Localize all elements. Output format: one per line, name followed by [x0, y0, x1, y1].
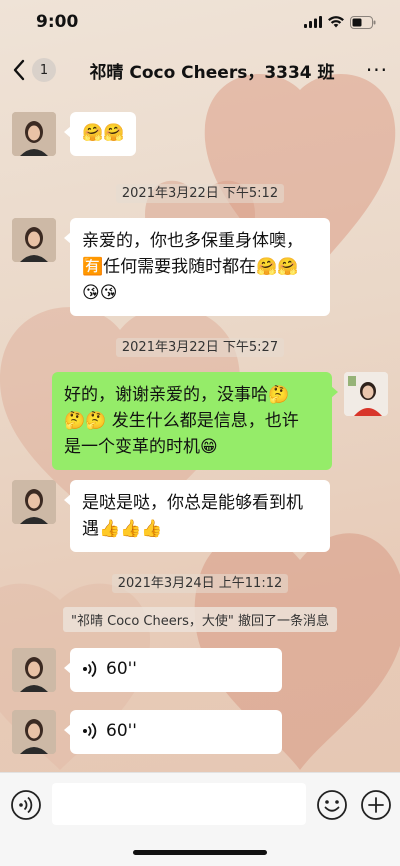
status-icons: [304, 15, 376, 29]
voice-message[interactable]: 60'': [64, 710, 282, 754]
plus-icon[interactable]: [360, 789, 392, 821]
voice-wave-icon: [83, 660, 97, 678]
battery-icon: [350, 15, 376, 29]
unread-badge: 1: [32, 58, 56, 82]
avatar-self[interactable]: [344, 372, 388, 416]
message-bubble[interactable]: 好的，谢谢亲爱的，没事哈🤔 🤔🤔 发生什么都是信息，也许 是一个变革的时机😁: [52, 372, 338, 470]
avatar-contact[interactable]: [12, 112, 56, 156]
voice-duration: 60'': [106, 721, 137, 741]
chevron-left-icon: [13, 59, 25, 81]
message-bubble[interactable]: 是哒是哒，你总是能够看到机 遇👍👍👍: [64, 480, 330, 552]
message-text: 是哒是哒，你总是能够看到机: [82, 493, 303, 513]
message-text: 🈶任何需要我随时都在🤗🤗: [82, 257, 299, 277]
message-text: 亲爱的，你也多保重身体噢，: [82, 231, 303, 251]
voice-wave-icon: [83, 722, 97, 740]
voice-message[interactable]: 60'': [64, 648, 282, 692]
avatar-contact[interactable]: [12, 648, 56, 692]
message-text: 好的，谢谢亲爱的，没事哈🤔: [64, 385, 290, 405]
wifi-icon: [328, 16, 344, 28]
signal-icon: [304, 16, 322, 28]
voice-icon[interactable]: [10, 789, 42, 821]
timestamp: 2021年3月22日 下午5:27: [0, 336, 400, 357]
more-button[interactable]: ···: [348, 58, 388, 82]
emoji-icon[interactable]: [316, 789, 348, 821]
message-text: 😘😘: [82, 283, 118, 303]
message-bubble[interactable]: 🤗🤗: [63, 112, 137, 156]
avatar-contact[interactable]: [12, 710, 56, 754]
back-button[interactable]: 1: [12, 58, 76, 82]
avatar-contact[interactable]: [12, 480, 56, 524]
message-list[interactable]: 🤗🤗 2021年3月22日 下午5:12 亲爱的，你也多保重身体噢， 🈶任何需要…: [0, 96, 400, 772]
recall-notice: "祁晴 Coco Cheers，大使" 撤回了一条消息: [63, 607, 337, 632]
chat-title: 祁晴 Coco Cheers，3334 班: [89, 62, 335, 83]
status-bar: 9:00: [0, 0, 400, 44]
timestamp: 2021年3月24日 上午11:12: [0, 572, 400, 593]
status-time: 9:00: [36, 12, 79, 32]
message-text: 🤗🤗: [82, 123, 125, 143]
avatar-contact[interactable]: [12, 218, 56, 262]
message-bubble[interactable]: 亲爱的，你也多保重身体噢， 🈶任何需要我随时都在🤗🤗 😘😘: [64, 218, 330, 316]
message-text: 是一个变革的时机😁: [64, 437, 218, 457]
message-input[interactable]: [52, 783, 306, 825]
home-indicator: [133, 850, 267, 855]
timestamp: 2021年3月22日 下午5:12: [0, 182, 400, 203]
nav-bar: 1 祁晴 Coco Cheers，3334 班 ···: [0, 44, 400, 96]
voice-duration: 60'': [106, 659, 137, 679]
message-text: 🤔🤔 发生什么都是信息，也许: [64, 411, 299, 431]
message-text: 遇👍👍👍: [82, 519, 163, 539]
